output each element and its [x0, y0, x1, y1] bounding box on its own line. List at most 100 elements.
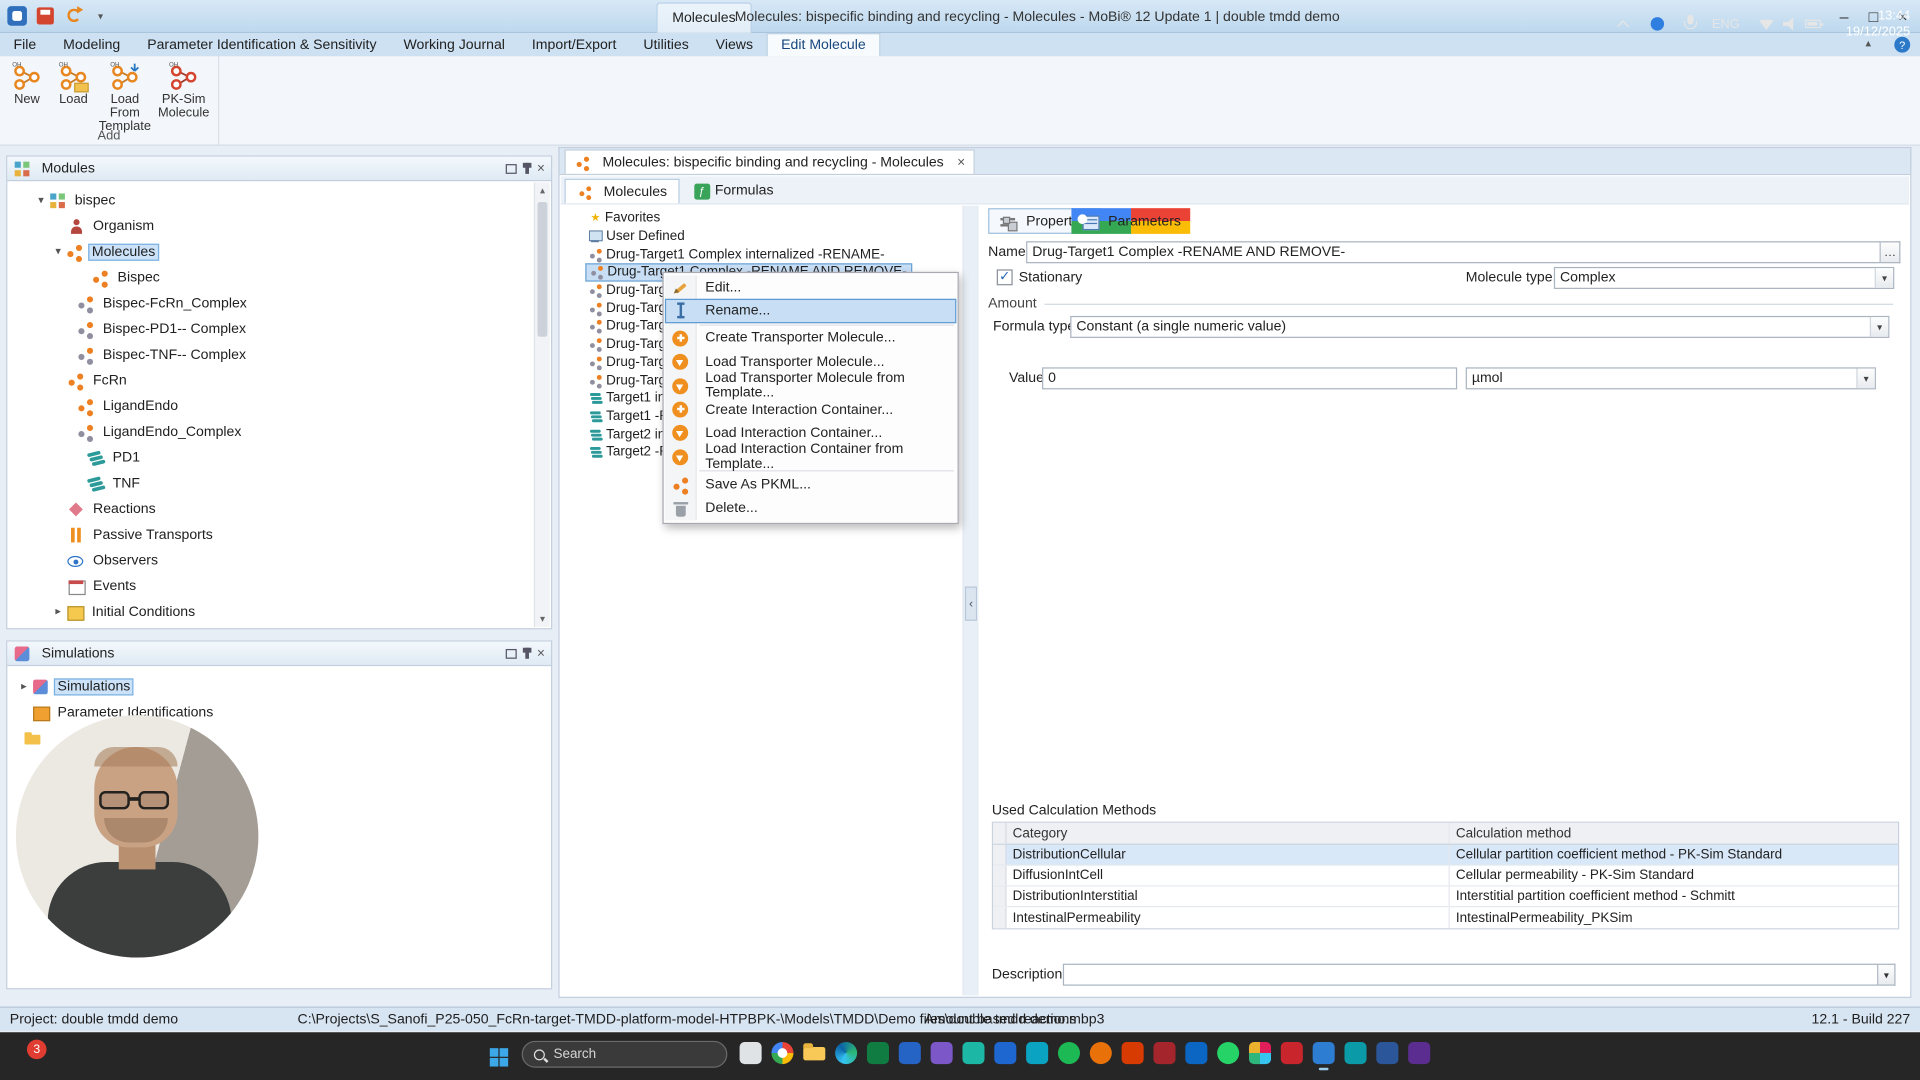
tree-item-parameter-identifications[interactable]: Parameter Identifications — [9, 699, 534, 725]
taskbar-app-icon[interactable] — [930, 1042, 953, 1065]
load-molecule-button[interactable]: OH Load — [50, 61, 97, 106]
menu-item-rename[interactable]: Rename... — [664, 299, 957, 323]
taskbar-app-icon[interactable] — [994, 1042, 1017, 1065]
table-row[interactable]: IntestinalPermeability IntestinalPermeab… — [993, 907, 1898, 929]
scroll-up-icon[interactable]: ▴ — [535, 182, 550, 198]
document-tab[interactable]: Molecules: bispecific binding and recycl… — [564, 149, 975, 176]
name-input[interactable]: Drug-Target1 Complex -RENAME AND REMOVE- — [1026, 241, 1881, 264]
tab-molecules-view[interactable]: Molecules — [564, 178, 680, 204]
modules-panel-header[interactable]: Modules × — [7, 156, 552, 182]
stationary-checkbox[interactable]: ✓ — [996, 269, 1013, 286]
tray-app-icon[interactable] — [1650, 0, 1665, 48]
taskbar-active-app-icon[interactable] — [1312, 1042, 1335, 1071]
menu-item-edit[interactable]: Edit... — [665, 276, 956, 300]
scroll-down-icon[interactable]: ▾ — [535, 611, 550, 627]
taskbar-app-icon[interactable] — [1185, 1042, 1208, 1065]
unit-select[interactable]: µmol ▾ — [1465, 367, 1876, 390]
expand-icon[interactable]: ▸ — [16, 680, 32, 693]
tree-item-simulations[interactable]: ▸ Simulations — [9, 673, 534, 699]
new-molecule-button[interactable]: OH New — [4, 61, 51, 106]
tree-item-bispec-fcrn-complex[interactable]: Bispec-FcRn_Complex — [9, 290, 534, 316]
menu-item-delete[interactable]: Delete... — [665, 497, 956, 521]
taskbar-app-icon[interactable] — [898, 1042, 921, 1065]
modules-scrollbar[interactable]: ▴ ▾ — [533, 182, 550, 627]
language-indicator[interactable]: ENG — [1712, 0, 1740, 48]
tab-views[interactable]: Views — [702, 33, 766, 56]
tab-edit-molecule[interactable]: Edit Molecule — [766, 33, 881, 57]
collapse-icon[interactable]: ▾ — [33, 193, 49, 206]
tree-item-molecules[interactable]: ▾ Molecules — [9, 239, 534, 265]
taskbar-browser-icon[interactable] — [771, 1042, 794, 1065]
tree-item-bispec-tnf-complex[interactable]: Bispec-TNF-- Complex — [9, 342, 534, 368]
collapse-panel-icon[interactable]: ‹ — [964, 586, 978, 621]
list-item-favorites[interactable]: ★ Favorites — [561, 209, 963, 227]
undo-icon[interactable] — [67, 6, 84, 23]
taskbar-file-explorer-icon[interactable] — [803, 1042, 826, 1064]
taskbar-app-icon[interactable] — [1153, 1042, 1176, 1065]
molecule-type-select[interactable]: Complex ▾ — [1553, 266, 1895, 289]
taskbar-acrobat-icon[interactable] — [1280, 1042, 1303, 1065]
taskbar-app-icon[interactable] — [1089, 1042, 1112, 1065]
tree-item-pd1[interactable]: PD1 — [9, 444, 534, 470]
description-dropdown-icon[interactable]: ▾ — [1878, 963, 1896, 986]
save-icon[interactable] — [36, 7, 54, 25]
tab-modeling[interactable]: Modeling — [50, 33, 134, 56]
value-input[interactable]: 0 — [1042, 367, 1458, 390]
taskbar-app-icon[interactable] — [866, 1042, 889, 1065]
taskbar-search[interactable]: Search — [521, 1040, 728, 1068]
tab-import-export[interactable]: Import/Export — [518, 33, 629, 56]
taskbar-app-icon[interactable] — [1057, 1042, 1080, 1065]
pksim-molecule-button[interactable]: OH PK-Sim Molecule — [157, 61, 211, 120]
chevron-down-icon[interactable]: ▾ — [1856, 368, 1875, 389]
volume-icon[interactable] — [1782, 0, 1798, 48]
menu-item-load-interaction-template[interactable]: Load Interaction Container from Template… — [665, 443, 956, 472]
list-item-molecule[interactable]: Drug-Target1 Complex internalized -RENAM… — [561, 245, 963, 263]
tree-item-bispec-molecule[interactable]: Bispec — [9, 264, 534, 290]
description-input[interactable] — [1062, 963, 1879, 986]
tree-item-events[interactable]: Events — [9, 573, 534, 599]
tree-item-reactions[interactable]: Reactions — [9, 496, 534, 522]
list-item-user-defined[interactable]: User Defined — [561, 227, 963, 245]
tab-parameter-identification[interactable]: Parameter Identification & Sensitivity — [134, 33, 390, 56]
simulations-panel-header[interactable]: Simulations × — [7, 641, 552, 667]
scrollbar-thumb[interactable] — [537, 202, 548, 337]
tab-parameters[interactable]: Parameters — [1071, 208, 1191, 234]
microphone-icon[interactable] — [1682, 0, 1698, 48]
menu-item-create-interaction[interactable]: Create Interaction Container... — [665, 398, 956, 422]
tree-item-initial-conditions[interactable]: ▸ Initial Conditions — [9, 599, 534, 625]
tree-item-tnf[interactable]: TNF — [9, 470, 534, 496]
menu-item-load-transporter-template[interactable]: Load Transporter Molecule from Template.… — [665, 371, 956, 401]
menu-item-save-as-pkml[interactable]: Save As PKML... — [665, 473, 956, 497]
float-panel-icon[interactable] — [505, 161, 517, 176]
chevron-down-icon[interactable]: ▾ — [1874, 268, 1894, 288]
taskbar-whatsapp-icon[interactable] — [1217, 1042, 1240, 1065]
tab-utilities[interactable]: Utilities — [630, 33, 702, 56]
chevron-down-icon[interactable]: ▾ — [1869, 317, 1889, 337]
taskbar-edge-icon[interactable] — [835, 1042, 858, 1065]
pin-panel-icon[interactable] — [522, 646, 531, 661]
app-logo-icon[interactable] — [7, 6, 27, 26]
tab-close-icon[interactable]: × — [957, 156, 965, 171]
tree-item-ligandendo-complex[interactable]: LigandEndo_Complex — [9, 419, 534, 445]
battery-icon[interactable] — [1804, 0, 1824, 48]
column-header-method[interactable]: Calculation method — [1450, 823, 1898, 844]
close-panel-icon[interactable]: × — [537, 161, 545, 176]
quick-access-dropdown-icon[interactable]: ▾ — [98, 11, 103, 22]
tab-file[interactable]: File — [0, 33, 50, 56]
taskbar-app-icon[interactable] — [962, 1042, 985, 1065]
wifi-icon[interactable] — [1758, 0, 1775, 48]
tree-item-observers[interactable]: Observers — [9, 547, 534, 573]
name-browse-button[interactable]: … — [1880, 241, 1901, 264]
taskbar-app-icon[interactable] — [1121, 1042, 1144, 1065]
taskbar-app-icon[interactable] — [1408, 1042, 1431, 1065]
table-row[interactable]: DiffusionIntCell Cellular permeability -… — [993, 865, 1898, 887]
taskbar-app-icon[interactable] — [1248, 1042, 1272, 1065]
collapse-icon[interactable]: ▾ — [50, 245, 66, 258]
notification-badge[interactable]: 3 — [26, 1039, 47, 1060]
pin-panel-icon[interactable] — [522, 161, 531, 176]
taskbar-app-icon[interactable] — [1376, 1042, 1399, 1065]
table-row[interactable]: DistributionCellular Cellular partition … — [993, 844, 1898, 866]
taskbar-app-icon[interactable] — [739, 1042, 762, 1065]
taskbar-app-icon[interactable] — [1026, 1042, 1049, 1065]
tray-expand-button[interactable] — [1617, 0, 1630, 48]
